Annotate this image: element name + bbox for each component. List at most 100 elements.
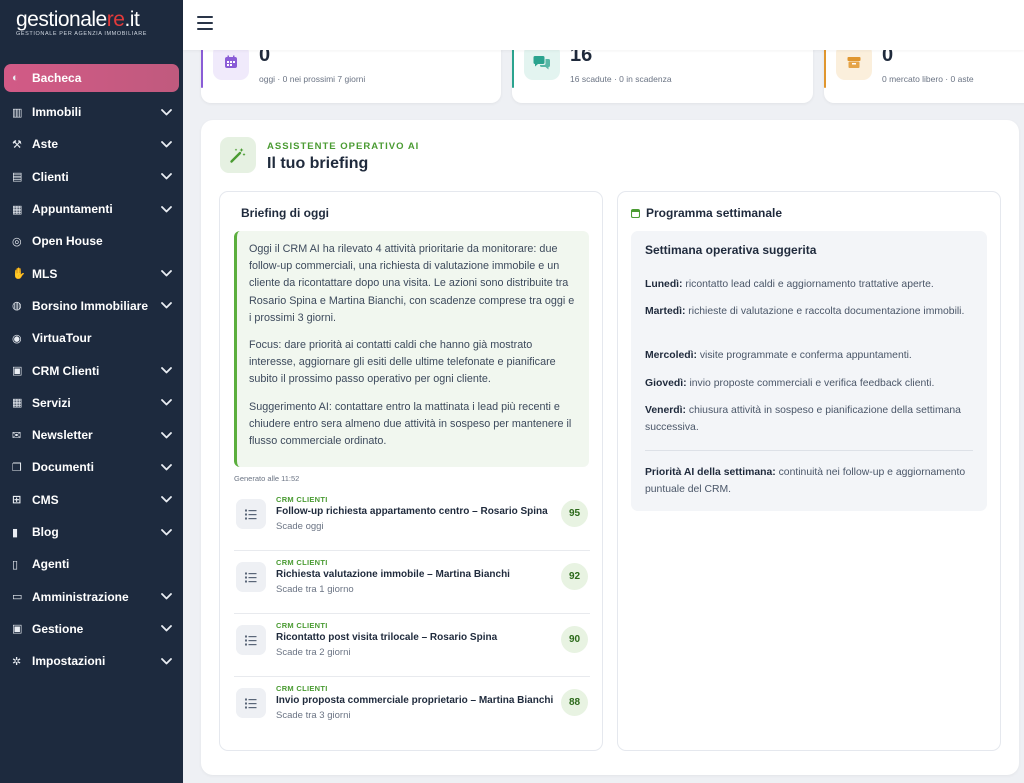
sidebar-item-servizi[interactable]: ▦ Servizi <box>0 387 183 419</box>
task-row[interactable]: CRM CLIENTI Ricontatto post visita triloc… <box>234 614 590 677</box>
program-day: Giovedì: invio proposte commerciali e ve… <box>645 378 935 389</box>
sidebar-item-label: MLS <box>32 266 58 281</box>
calendar-icon: ▦ <box>12 203 23 216</box>
chevron-down-icon[interactable] <box>159 654 173 668</box>
sidebar-item-aste[interactable]: ⚒ Aste <box>0 128 183 160</box>
task-deadline: Scade tra 2 giorni <box>276 647 351 658</box>
magic-wand-icon <box>220 137 256 173</box>
task-title[interactable]: Invio proposta commerciale proprietario … <box>276 695 553 706</box>
sidebar-item-virtuatour[interactable]: ◉ VirtuaTour <box>0 322 183 354</box>
program-day: Lunedì: ricontatto lead caldi e aggiorna… <box>645 279 934 290</box>
task-title[interactable]: Ricontatto post visita trilocale – Rosar… <box>276 632 497 643</box>
chevron-down-icon[interactable] <box>159 299 173 313</box>
calendar-icon <box>631 208 640 218</box>
task-score-badge: 95 <box>561 500 588 527</box>
task-row[interactable]: CRM CLIENTI Invio proposta commerciale pr… <box>234 677 590 740</box>
sidebar-item-crm-clienti[interactable]: ▣ CRM Clienti <box>0 354 183 386</box>
sidebar-item-open-house[interactable]: ◎ Open House <box>0 225 183 257</box>
chevron-down-icon[interactable] <box>159 396 173 410</box>
briefing-paragraph: Oggi il CRM AI ha rilevato 4 attività pr… <box>249 243 575 324</box>
chevron-down-icon[interactable] <box>159 364 173 378</box>
chevron-down-icon[interactable] <box>159 428 173 442</box>
chevron-down-icon[interactable] <box>159 493 173 507</box>
chevron-down-icon[interactable] <box>159 460 173 474</box>
menu-toggle-icon[interactable] <box>197 16 213 30</box>
sidebar-item-cms[interactable]: ⊞ CMS <box>0 484 183 516</box>
sidebar-item-impostazioni[interactable]: ✲ Impostazioni <box>0 645 183 677</box>
task-title[interactable]: Follow-up richiesta appartamento centro … <box>276 506 548 517</box>
task-category: CRM CLIENTI <box>276 684 328 693</box>
task-row[interactable]: CRM CLIENTI Richiesta valutazione immobil… <box>234 551 590 614</box>
task-category: CRM CLIENTI <box>276 558 328 567</box>
handshake-icon: ✋ <box>12 268 26 281</box>
chevron-down-icon[interactable] <box>159 525 173 539</box>
task-deadline: Scade oggi <box>276 521 324 532</box>
dashboard-icon: ◐ <box>12 72 19 84</box>
chevron-down-icon[interactable] <box>159 622 173 636</box>
sidebar-item-label: Gestione <box>32 621 84 636</box>
sidebar-item-label: Servizi <box>32 395 71 410</box>
stat-subtitle: 16 scadute · 0 in scadenza <box>570 74 672 84</box>
gear-icon: ✲ <box>12 655 22 668</box>
sidebar-item-blog[interactable]: ▮ Blog <box>0 516 183 548</box>
sitemap-icon: ⊞ <box>12 494 22 507</box>
sidebar-item-clienti[interactable]: ▤ Clienti <box>0 161 183 193</box>
sidebar-item-agenti[interactable]: ▯ Agenti <box>0 548 183 580</box>
stat-subtitle: oggi · 0 nei prossimi 7 giorni <box>259 74 366 84</box>
program-day: Mercoledì: visite programmate e conferma… <box>645 350 912 361</box>
task-score-badge: 92 <box>561 563 588 590</box>
sidebar-item-label: Bacheca <box>32 71 82 85</box>
sidebar-item-label: Documenti <box>32 460 95 475</box>
task-row[interactable]: CRM CLIENTI Follow-up richiesta appartame… <box>234 488 590 551</box>
task-score-badge: 90 <box>561 626 588 653</box>
generated-time: Generato alle 11:52 <box>234 474 300 483</box>
logo-subtitle: GESTIONALE PER AGENZIA IMMOBILIARE <box>16 31 148 37</box>
stat-subtitle: 0 mercato libero · 0 aste <box>882 74 974 84</box>
gavel-icon: ⚒ <box>12 138 22 151</box>
sidebar-item-label: Immobili <box>32 105 82 120</box>
task-title[interactable]: Richiesta valutazione immobile – Martina… <box>276 569 510 580</box>
envelope-icon: ✉ <box>12 429 22 442</box>
sidebar-item-label: CRM Clienti <box>32 363 100 378</box>
chevron-down-icon[interactable] <box>159 267 173 281</box>
sidebar-item-newsletter[interactable]: ✉ Newsletter <box>0 419 183 451</box>
sidebar-item-amministrazione[interactable]: ▭ Amministrazione <box>0 580 183 612</box>
program-day: Martedì: richieste di valutazione e racc… <box>645 306 965 317</box>
sidebar-item-borsino-immobiliare[interactable]: ◍ Borsino Immobiliare <box>0 290 183 322</box>
briefing-paragraph: Focus: dare priorità ai contatti caldi c… <box>249 339 556 386</box>
sidebar-item-label: Amministrazione <box>32 589 129 604</box>
id-card-icon: ▤ <box>12 171 23 184</box>
sidebar-item-appuntamenti[interactable]: ▦ Appuntamenti <box>0 193 183 225</box>
chevron-down-icon[interactable] <box>159 105 173 119</box>
program-subheading: Settimana operativa suggerita <box>645 243 817 257</box>
sidebar-item-label: Clienti <box>32 169 69 184</box>
crm-icon: ▣ <box>12 365 23 378</box>
logo[interactable]: gestionalere.it GESTIONALE PER AGENZIA I… <box>0 0 183 52</box>
building-icon: ▥ <box>12 106 23 119</box>
sidebar-item-mls[interactable]: ✋ MLS <box>0 257 183 289</box>
task-score-badge: 88 <box>561 689 588 716</box>
chevron-down-icon[interactable] <box>159 590 173 604</box>
list-check-icon <box>236 562 266 592</box>
task-deadline: Scade tra 3 giorni <box>276 710 351 721</box>
weekly-program-card: Programma settimanale Settimana operativ… <box>617 191 1001 751</box>
sidebar-item-label: VirtuaTour <box>32 331 92 346</box>
chevron-down-icon[interactable] <box>159 202 173 216</box>
list-check-icon <box>236 499 266 529</box>
sidebar-item-gestione[interactable]: ▣ Gestione <box>0 613 183 645</box>
sidebar-item-label: Open House <box>32 234 103 249</box>
chevron-down-icon[interactable] <box>159 137 173 151</box>
sidebar-item-label: Borsino Immobiliare <box>32 298 149 313</box>
sidebar-item-bacheca[interactable]: ◐ Bacheca <box>4 64 179 92</box>
360-icon: ◉ <box>12 332 22 345</box>
ai-briefing-panel: ASSISTENTE OPERATIVO AI Il tuo briefing … <box>201 120 1019 775</box>
chevron-down-icon[interactable] <box>159 170 173 184</box>
briefing-card: Briefing di oggi Oggi il CRM AI ha rilev… <box>219 191 603 751</box>
sidebar-item-immobili[interactable]: ▥ Immobili <box>0 96 183 128</box>
sidebar-item-label: Impostazioni <box>32 654 106 669</box>
weekly-program-box: Settimana operativa suggerita Lunedì: ri… <box>631 231 987 511</box>
money-check-icon: ▣ <box>12 623 23 636</box>
divider <box>645 450 973 451</box>
headset-icon: ◎ <box>12 235 22 248</box>
sidebar-item-documenti[interactable]: ❐ Documenti <box>0 451 183 483</box>
